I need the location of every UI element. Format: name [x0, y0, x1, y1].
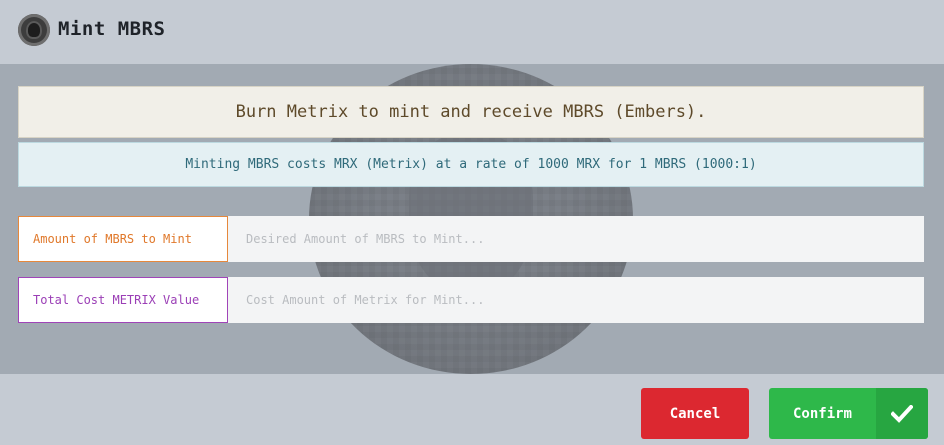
cost-input[interactable] [228, 277, 924, 323]
dialog-body: Burn Metrix to mint and receive MBRS (Em… [0, 64, 944, 374]
amount-input[interactable] [228, 216, 924, 262]
dialog-footer: Cancel Confirm [0, 374, 944, 445]
confirm-button[interactable]: Confirm [769, 388, 928, 439]
cost-row: Total Cost METRIX Value [18, 277, 924, 323]
amount-label: Amount of MBRS to Mint [18, 216, 228, 262]
amount-row: Amount of MBRS to Mint [18, 216, 924, 262]
burn-banner-text: Burn Metrix to mint and receive MBRS (Em… [235, 102, 707, 122]
dialog-header: Mint MBRS [0, 0, 944, 64]
dialog-title: Mint MBRS [58, 18, 166, 40]
burn-banner: Burn Metrix to mint and receive MBRS (Em… [18, 86, 924, 138]
cost-label: Total Cost METRIX Value [18, 277, 228, 323]
rate-info-text: Minting MBRS costs MRX (Metrix) at a rat… [185, 157, 757, 172]
mbrs-logo-icon [18, 14, 50, 46]
rate-info-box: Minting MBRS costs MRX (Metrix) at a rat… [18, 142, 924, 187]
cancel-button[interactable]: Cancel [641, 388, 749, 439]
checkmark-icon [876, 388, 928, 439]
confirm-label: Confirm [792, 405, 852, 422]
